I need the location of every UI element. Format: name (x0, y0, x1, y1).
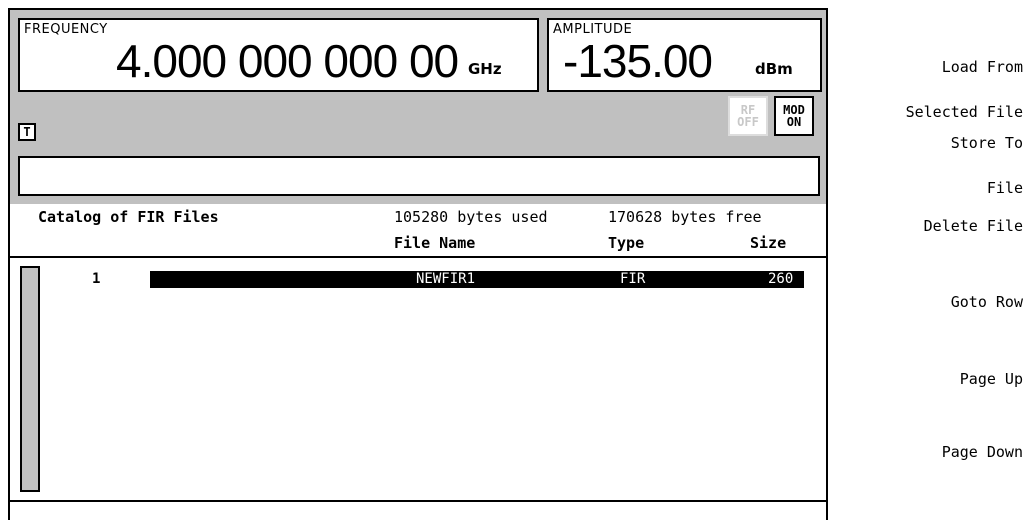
softkey-label-line1: Goto Row (950, 293, 1023, 311)
column-header-file-name: File Name (394, 234, 476, 252)
status-area: FREQUENCY 4.000 000 000 00 GHz AMPLITUDE… (10, 10, 826, 204)
row-size: 260 (768, 271, 794, 287)
rf-off-annunciator: RF OFF (728, 96, 768, 136)
column-header-type: Type (608, 234, 645, 252)
bottom-divider (10, 500, 826, 502)
amplitude-readout[interactable]: AMPLITUDE -135.00 dBm (547, 18, 822, 92)
trigger-flag: T (18, 123, 36, 141)
bytes-free: 170628 bytes free (608, 208, 762, 226)
softkey-label-line1: Page Up (959, 370, 1023, 388)
amplitude-unit: dBm (755, 60, 793, 78)
table-divider (10, 256, 826, 258)
instrument-display: FREQUENCY 4.000 000 000 00 GHz AMPLITUDE… (8, 8, 828, 520)
softkey-page-up[interactable]: Page Up (960, 342, 1023, 402)
row-file-name: NEWFIR1 (416, 271, 476, 287)
softkey-label-line1: Store To (950, 134, 1023, 152)
amplitude-value: -135.00 (563, 35, 713, 87)
row-index: 1 (92, 271, 101, 287)
on-label: ON (786, 115, 802, 129)
row-type: FIR (620, 271, 646, 287)
frequency-readout[interactable]: FREQUENCY 4.000 000 000 00 GHz (18, 18, 539, 92)
softkey-goto-row[interactable]: Goto Row (951, 265, 1023, 325)
bytes-used: 105280 bytes used (394, 208, 548, 226)
softkey-label-line1: Page Down (941, 443, 1023, 461)
table-scrollbar[interactable] (20, 266, 40, 492)
frequency-unit: GHz (468, 60, 502, 78)
table-row[interactable]: NEWFIR1 FIR 260 (150, 271, 804, 288)
softkey-delete-file[interactable]: Delete File (924, 189, 1023, 249)
softkey-label-line1: Load From (941, 58, 1023, 76)
catalog-title: Catalog of FIR Files (38, 208, 219, 226)
frequency-value: 4.000 000 000 00 (116, 35, 459, 87)
mod-on-annunciator: MOD ON (774, 96, 814, 136)
column-header-size: Size (750, 234, 787, 252)
off-label: OFF (737, 115, 759, 129)
message-line (18, 156, 820, 196)
frequency-label: FREQUENCY (24, 22, 108, 37)
softkey-page-down[interactable]: Page Down (942, 415, 1023, 475)
softkey-label-line1: Delete File (923, 217, 1023, 235)
